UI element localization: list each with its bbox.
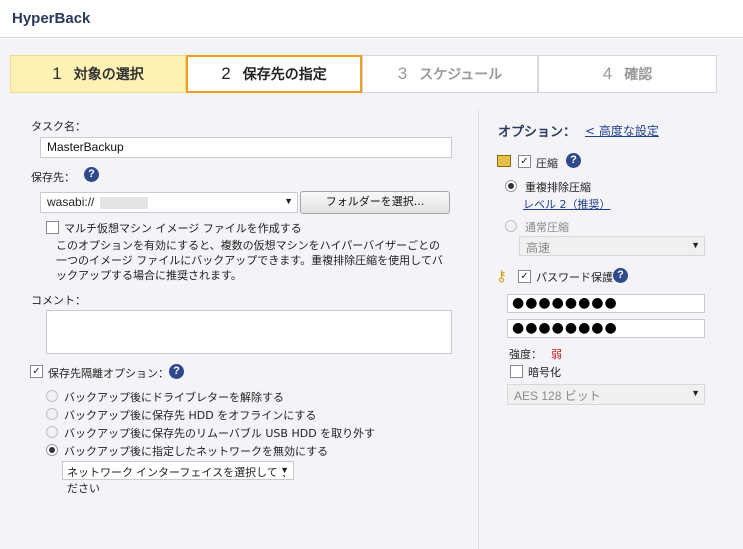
normal-compression-radio[interactable] (505, 220, 517, 232)
title-bar: HyperBack (0, 0, 743, 38)
select-folder-button[interactable]: フォルダーを選択... (300, 191, 450, 214)
comment-textarea[interactable] (46, 310, 452, 354)
multi-vm-label: マルチ仮想マシン イメージ ファイルを作成する (64, 222, 302, 235)
key-icon: ⚷ (496, 267, 507, 285)
password-confirm-input[interactable]: ●●●●●●●● (507, 319, 705, 338)
password-checkbox[interactable]: ✓ (518, 270, 531, 283)
step-label: 確認 (624, 67, 653, 83)
step-label: 対象の選択 (73, 67, 144, 83)
normal-compression-select[interactable]: 高速 ▼ (519, 236, 705, 256)
step-number: 1 (52, 64, 62, 83)
step-4-tab[interactable]: 4 確認 (538, 55, 717, 93)
destination-label: 保存先： (31, 171, 75, 184)
isolation-radio-3[interactable] (46, 426, 58, 438)
step-label: スケジュール (419, 67, 503, 83)
step-number: 2 (221, 64, 231, 83)
compression-icon (497, 155, 511, 167)
isolation-radio-1[interactable] (46, 390, 58, 402)
password-label: パスワード保護 (536, 271, 613, 284)
app-title: HyperBack (12, 10, 91, 27)
wizard-steps: 1 対象の選択 2 保存先の指定 3 スケジュール 4 確認 (10, 55, 717, 93)
network-select-value: ネットワーク インターフェイスを選択してください (67, 467, 289, 495)
multi-vm-checkbox[interactable] (46, 221, 59, 234)
help-icon[interactable]: ? (84, 167, 99, 182)
help-icon[interactable]: ? (613, 268, 628, 283)
help-icon[interactable]: ? (169, 364, 184, 379)
task-name-input[interactable]: MasterBackup (40, 137, 452, 158)
destination-select[interactable]: wasabi:// ▼ (40, 192, 298, 213)
encrypt-select-value: AES 128 ビット (514, 389, 601, 403)
advanced-settings-link[interactable]: < 高度な設定 (585, 122, 659, 139)
options-panel: オプション： < 高度な設定 ✓ 圧縮 ? 重複排除圧縮 レベル 2（推奨） 通… (478, 110, 743, 549)
compression-label: 圧縮 (536, 157, 558, 170)
chevron-down-icon: ▼ (278, 465, 289, 475)
isolation-checkbox[interactable]: ✓ (30, 365, 43, 378)
network-interface-select[interactable]: ネットワーク インターフェイスを選択してください ▼ (62, 461, 294, 495)
dedup-level-link[interactable]: レベル 2（推奨） (523, 196, 611, 212)
isolation-option-2: バックアップ後に保存先 HDD をオフラインにする (64, 409, 317, 422)
isolation-option-4: バックアップ後に指定したネットワークを無効にする (64, 445, 329, 458)
chevron-down-icon: ▼ (691, 240, 700, 250)
comment-label: コメント： (31, 294, 86, 307)
step-label: 保存先の指定 (242, 67, 327, 83)
step-1-tab[interactable]: 1 対象の選択 (10, 55, 186, 93)
normal-select-value: 高速 (526, 241, 551, 255)
step-3-tab[interactable]: 3 スケジュール (362, 55, 538, 93)
redacted-block (99, 196, 148, 209)
encrypt-label: 暗号化 (528, 366, 561, 379)
chevron-down-icon: ▼ (284, 196, 293, 206)
chevron-down-icon: ▼ (691, 388, 700, 398)
step-number: 4 (602, 64, 613, 83)
step-number: 3 (397, 64, 408, 83)
isolation-option-3: バックアップ後に保存先のリムーバブル USB HDD を取り外す (64, 427, 376, 440)
strength-value: 弱 (551, 348, 562, 361)
multi-vm-description: このオプションを有効にすると、複数の仮想マシンをハイパーバイザーごとの一つのイメ… (56, 239, 443, 282)
step-2-tab[interactable]: 2 保存先の指定 (186, 55, 362, 93)
options-title: オプション： (498, 125, 577, 140)
destination-panel: タスク名： MasterBackup 保存先： ? wasabi:// ▼ フォ… (0, 110, 478, 549)
isolation-radio-2[interactable] (46, 408, 58, 420)
isolation-radio-4[interactable] (46, 444, 58, 456)
task-name-label: タスク名： (31, 120, 86, 133)
normal-compression-label: 通常圧縮 (525, 221, 569, 234)
encrypt-select[interactable]: AES 128 ビット ▼ (507, 384, 705, 405)
isolation-label: 保存先隔離オプション： (48, 367, 169, 380)
dedup-radio[interactable] (505, 180, 517, 192)
password-input[interactable]: ●●●●●●●● (507, 294, 705, 313)
dedup-label: 重複排除圧縮 (525, 181, 591, 194)
help-icon[interactable]: ? (566, 153, 581, 168)
strength-label: 強度： (509, 348, 542, 361)
isolation-option-1: バックアップ後にドライブレターを解除する (64, 391, 284, 404)
encrypt-checkbox[interactable] (510, 365, 523, 378)
compression-checkbox[interactable]: ✓ (518, 155, 531, 168)
destination-value: wasabi:// (47, 195, 95, 209)
